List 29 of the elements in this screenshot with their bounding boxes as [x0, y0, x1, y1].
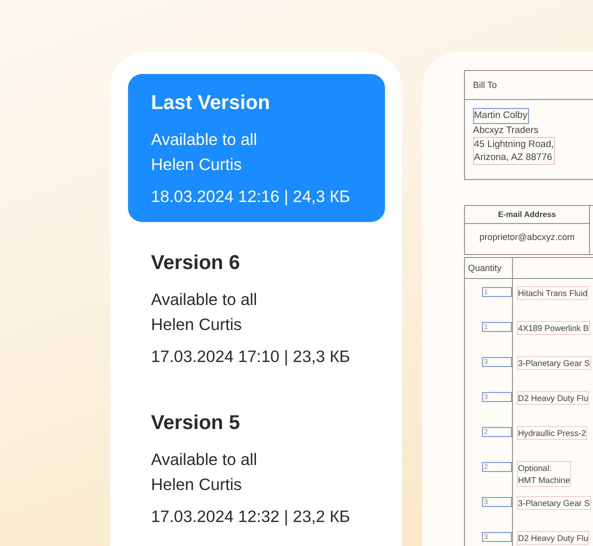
version-meta: 17.03.2024 17:10 | 23,3 КБ [151, 348, 352, 367]
version-author: Helen Curtis [151, 315, 243, 336]
quantity-header: Quantity [465, 258, 513, 278]
email-header: E-mail Address [465, 206, 589, 224]
version-title: Version 5 [151, 412, 241, 435]
description-field[interactable]: Hitachi Trans Fluid [517, 286, 588, 300]
version-access: Available to all [151, 130, 258, 151]
description-field[interactable]: Optional: HMT Machine [517, 461, 571, 487]
customer-name-field[interactable]: Martin Colby [473, 108, 530, 124]
version-author: Helen Curtis [151, 475, 243, 496]
description-field[interactable]: 4X189 Powerlink B [517, 321, 590, 335]
version-item[interactable]: Version 6 Available to all Helen Curtis 17.03.2024 17:10 | 23,3 КБ [128, 234, 385, 382]
version-meta: 18.03.2024 12:16 | 24,3 КБ [151, 188, 352, 207]
version-access: Available to all [151, 290, 258, 311]
version-title: Version 6 [151, 252, 241, 275]
version-title: Last Version [151, 92, 271, 115]
email-value: proprietor@abcxyz.com [478, 231, 576, 242]
description-field[interactable]: 3-Planetary Gear S [517, 356, 591, 370]
version-author: Helen Curtis [151, 155, 243, 176]
description-field[interactable]: D2 Heavy Duty Flu [517, 531, 590, 545]
description-field[interactable]: Hydraullic Press-2 [517, 426, 587, 440]
company-name: Abcxyz Traders [473, 124, 538, 137]
address-field[interactable]: 45 Lightning Road, Arizona, AZ 88776 [473, 137, 555, 165]
description-field[interactable]: D2 Heavy Duty Flu [517, 391, 590, 405]
bill-to-label: Bill To [473, 80, 497, 90]
description-field[interactable]: 3-Planetary Gear S [517, 496, 591, 510]
version-item[interactable]: Version 5 Available to all Helen Curtis 17.03.2024 12:32 | 23,2 КБ [128, 394, 385, 542]
version-meta: 17.03.2024 12:32 | 23,2 КБ [151, 508, 352, 527]
version-access: Available to all [151, 450, 258, 471]
